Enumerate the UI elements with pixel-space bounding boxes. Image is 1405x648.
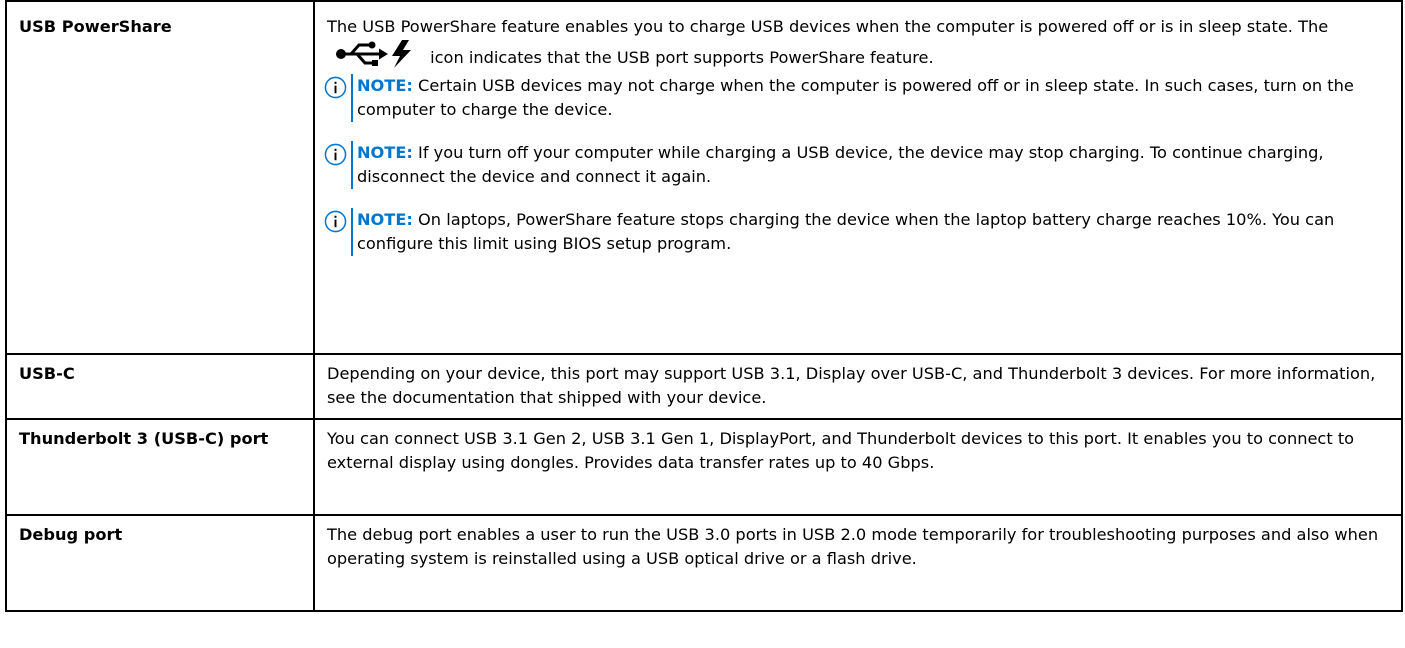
info-icon	[324, 210, 347, 233]
note-label: NOTE:	[357, 210, 413, 229]
table-row-usb-c: USB-C Depending on your device, this por…	[5, 353, 1403, 420]
ports-table: USB PowerShare The USB PowerShare featur…	[5, 0, 1403, 612]
note: NOTE: If you turn off your computer whil…	[324, 141, 1389, 189]
term-cell: USB-C	[5, 353, 315, 420]
term-cell: Debug port	[5, 514, 315, 612]
info-icon	[324, 76, 347, 99]
note: NOTE: On laptops, PowerShare feature sto…	[324, 208, 1389, 256]
table-row-thunderbolt-3: Thunderbolt 3 (USB-C) port You can conne…	[5, 418, 1403, 516]
note: NOTE: Certain USB devices may not charge…	[324, 74, 1389, 122]
note-body: NOTE: Certain USB devices may not charge…	[351, 74, 1389, 122]
description-cell: Depending on your device, this port may …	[313, 353, 1403, 420]
description-text-before-icon: The USB PowerShare feature enables you t…	[327, 17, 1329, 36]
description-cell: You can connect USB 3.1 Gen 2, USB 3.1 G…	[313, 418, 1403, 516]
info-icon	[324, 143, 347, 166]
note-body: NOTE: On laptops, PowerShare feature sto…	[351, 208, 1389, 256]
note-text: If you turn off your computer while char…	[357, 143, 1324, 186]
usb-powershare-icon	[336, 40, 411, 68]
note-body: NOTE: If you turn off your computer whil…	[351, 141, 1389, 189]
description-cell: The USB PowerShare feature enables you t…	[313, 0, 1403, 355]
term-cell: USB PowerShare	[5, 0, 315, 355]
powershare-description: The USB PowerShare feature enables you t…	[327, 15, 1389, 70]
term-cell: Thunderbolt 3 (USB-C) port	[5, 418, 315, 516]
table-row-usb-powershare: USB PowerShare The USB PowerShare featur…	[5, 0, 1403, 355]
note-text: On laptops, PowerShare feature stops cha…	[357, 210, 1335, 253]
note-text: Certain USB devices may not charge when …	[357, 76, 1354, 119]
note-label: NOTE:	[357, 76, 413, 95]
note-label: NOTE:	[357, 143, 413, 162]
table-row-debug-port: Debug port The debug port enables a user…	[5, 514, 1403, 612]
description-cell: The debug port enables a user to run the…	[313, 514, 1403, 612]
description-text-after-icon: icon indicates that the USB port support…	[430, 48, 934, 67]
